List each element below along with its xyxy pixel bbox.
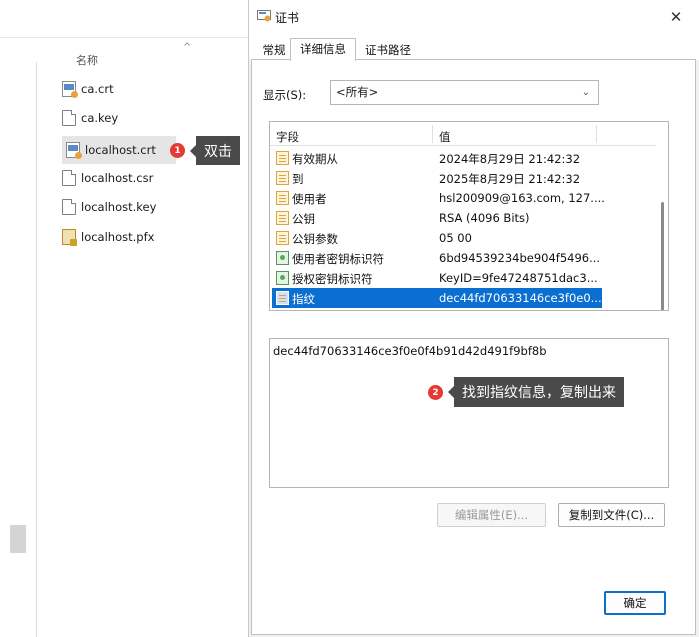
step-callout-1: 双击 [190, 136, 240, 165]
explorer-nav-divider [36, 62, 37, 637]
explorer-toolbar [0, 0, 248, 38]
extension-icon [276, 271, 289, 285]
file-name: localhost.csr [81, 171, 154, 185]
show-label: 显示(S): [263, 88, 307, 102]
step-callout-2: 找到指纹信息，复制出来 [448, 377, 624, 407]
file-item-ca-key[interactable]: ca.key [62, 106, 118, 130]
show-dropdown[interactable]: <所有> ⌄ [330, 80, 599, 105]
row-value: 2025年8月29日 21:42:32 [439, 172, 581, 186]
close-button[interactable]: ✕ [666, 7, 686, 27]
property-icon [276, 171, 289, 185]
scrollbar-thumb[interactable] [661, 202, 664, 310]
property-icon [276, 191, 289, 205]
list-header: 字段 值 [270, 122, 656, 146]
column-header-name[interactable]: 名称 [76, 52, 98, 68]
certificate-icon [257, 10, 271, 22]
list-row-public-key[interactable]: 公钥 RSA (4096 Bits) [272, 208, 602, 228]
certificate-dialog: 证书 ✕ 常规 详细信息 证书路径 显示(S): <所有> ⌄ 字段 值 有效期… [248, 0, 699, 637]
file-item-localhost-crt[interactable]: localhost.crt [62, 136, 176, 164]
row-field: 公钥 [292, 212, 315, 226]
detail-textbox[interactable]: dec44fd70633146ce3f0e0f4b91d42d491f9bf8b [269, 338, 669, 488]
edit-properties-button[interactable]: 编辑属性(E)... [437, 503, 546, 527]
file-name: localhost.key [81, 200, 157, 214]
row-value: KeyID=9fe47248751dac3... [439, 271, 598, 285]
list-row-valid-to[interactable]: 到 2025年8月29日 21:42:32 [272, 168, 602, 188]
row-field: 有效期从 [292, 152, 338, 166]
step-badge-2: 2 [428, 385, 443, 400]
show-dropdown-value: <所有> [336, 85, 379, 99]
list-row-thumbprint[interactable]: 指纹 dec44fd70633146ce3f0e0... [272, 288, 602, 308]
file-name: ca.crt [81, 82, 114, 96]
file-icon [62, 199, 76, 215]
chevron-down-icon: ⌄ [581, 87, 590, 98]
sort-ascending-icon[interactable]: ^ [183, 42, 191, 53]
field-list[interactable]: 字段 值 有效期从 2024年8月29日 21:42:32 到 2025年8月2… [269, 121, 669, 311]
column-divider[interactable] [596, 125, 597, 143]
file-name: localhost.pfx [81, 230, 155, 244]
list-row-authority-key-identifier[interactable]: 授权密钥标识符 KeyID=9fe47248751dac3... [272, 268, 602, 288]
certificate-icon [66, 142, 82, 159]
tab-general[interactable]: 常规 [261, 42, 287, 60]
row-value: dec44fd70633146ce3f0e0... [439, 291, 602, 305]
row-value: 05 00 [439, 231, 472, 245]
thumbprint-value[interactable]: dec44fd70633146ce3f0e0f4b91d42d491f9bf8b [273, 344, 547, 358]
file-item-localhost-key[interactable]: localhost.key [62, 195, 156, 219]
row-field: 公钥参数 [292, 232, 338, 246]
file-name: ca.key [81, 111, 119, 125]
property-icon [276, 151, 289, 165]
file-name: localhost.crt [85, 143, 156, 157]
list-scrollbar[interactable] [660, 146, 666, 310]
file-icon [62, 110, 76, 126]
copy-to-file-button[interactable]: 复制到文件(C)... [558, 503, 665, 527]
screen: ^ 名称 ca.crt ca.key localhost.crt localho… [0, 0, 699, 637]
pfx-icon [62, 229, 77, 246]
row-value: 2024年8月29日 21:42:32 [439, 152, 581, 166]
file-item-ca-crt[interactable]: ca.crt [62, 77, 114, 101]
column-header-field[interactable]: 字段 [276, 129, 299, 145]
dialog-title: 证书 [275, 11, 300, 25]
row-field: 使用者密钥标识符 [292, 252, 384, 266]
row-value: 6bd94539234be904f5496... [439, 251, 601, 265]
property-icon [276, 211, 289, 225]
column-divider[interactable] [432, 125, 433, 143]
list-row-subject-key-identifier[interactable]: 使用者密钥标识符 6bd94539234be904f5496... [272, 248, 602, 268]
ok-button[interactable]: 确定 [604, 591, 666, 615]
row-field: 指纹 [292, 292, 315, 306]
list-row-public-key-parameters[interactable]: 公钥参数 05 00 [272, 228, 602, 248]
certificate-icon [62, 81, 78, 98]
tab-strip: 常规 详细信息 证书路径 [249, 34, 699, 61]
file-item-localhost-csr[interactable]: localhost.csr [62, 166, 153, 190]
tab-details[interactable]: 详细信息 [290, 38, 356, 61]
dialog-titlebar[interactable]: 证书 ✕ [249, 0, 699, 34]
file-icon [62, 170, 76, 186]
property-icon [276, 231, 289, 245]
explorer-scroll-segment[interactable] [10, 525, 26, 553]
file-item-localhost-pfx[interactable]: localhost.pfx [62, 225, 154, 249]
row-value: hsl200909@163.com, 127.... [439, 191, 605, 205]
list-row-valid-from[interactable]: 有效期从 2024年8月29日 21:42:32 [272, 148, 602, 168]
column-header-value[interactable]: 值 [439, 129, 451, 145]
explorer-file-pane [0, 38, 248, 637]
step-badge-1: 1 [170, 143, 185, 158]
extension-icon [276, 251, 289, 265]
tab-certification-path[interactable]: 证书路径 [360, 42, 416, 60]
row-field: 到 [292, 172, 304, 186]
row-field: 授权密钥标识符 [292, 272, 373, 286]
property-icon [276, 291, 289, 305]
row-field: 使用者 [292, 192, 327, 206]
row-value: RSA (4096 Bits) [439, 211, 530, 225]
list-row-subject[interactable]: 使用者 hsl200909@163.com, 127.... [272, 188, 605, 208]
